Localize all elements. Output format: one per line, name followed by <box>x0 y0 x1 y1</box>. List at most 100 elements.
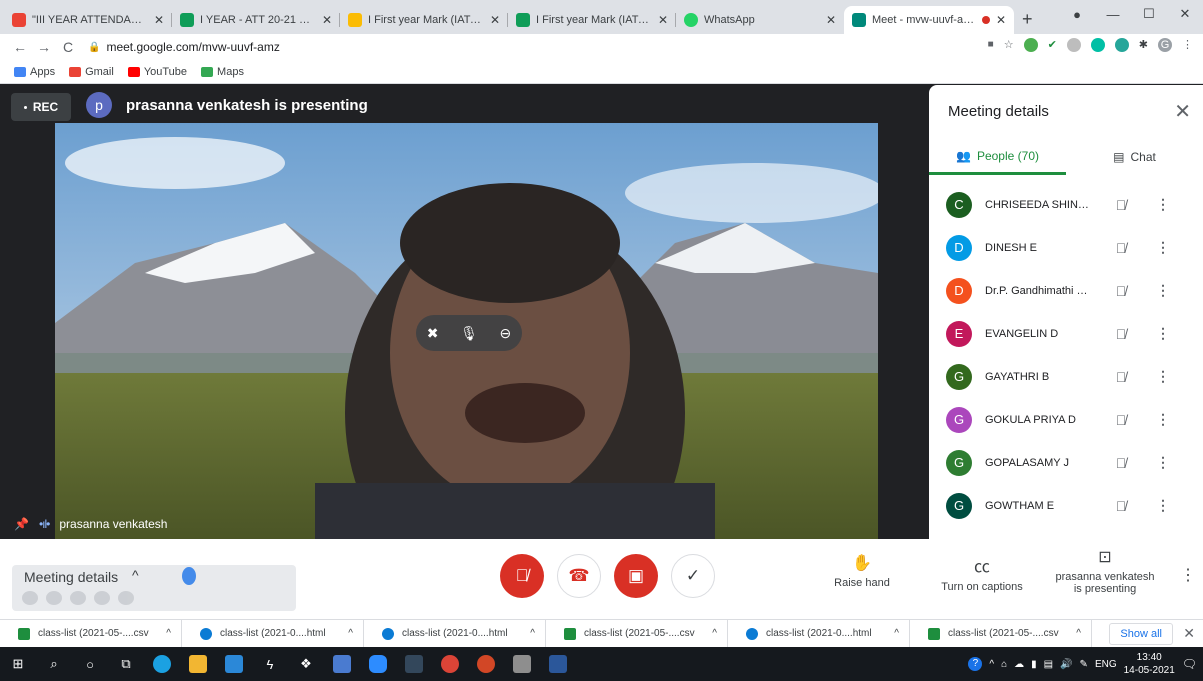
battery-icon[interactable]: ▮ <box>1031 659 1037 670</box>
notification-icon[interactable]: 🗨 <box>1182 657 1197 671</box>
remove-icon[interactable]: ⊖ <box>499 325 511 342</box>
extension-icon[interactable] <box>1066 38 1081 52</box>
onedrive-icon[interactable]: ☁ <box>1014 659 1024 670</box>
close-tab-icon[interactable]: ✕ <box>490 13 500 27</box>
browser-tab[interactable]: "III YEAR ATTENDANCE" - g ✕ <box>4 6 172 34</box>
more-options-icon[interactable]: ⋮ <box>1156 454 1170 471</box>
puzzle-icon[interactable]: ✱ <box>1139 38 1148 52</box>
forward-icon[interactable]: → <box>32 39 56 55</box>
microphone-icon[interactable]: 🎙 <box>460 325 478 342</box>
participant-row[interactable]: G GAYATHRI B 🎙̸ ⋮ <box>929 355 1203 398</box>
new-tab-button[interactable]: + <box>1022 9 1033 30</box>
close-tab-icon[interactable]: ✕ <box>658 13 668 27</box>
edge-icon[interactable] <box>144 647 180 681</box>
pin-icon[interactable]: 📌 <box>14 517 29 531</box>
mic-off-icon[interactable]: 🎙̸ <box>1111 369 1131 385</box>
back-icon[interactable]: ← <box>8 39 32 55</box>
dropbox-icon[interactable]: ❖ <box>288 647 324 681</box>
chrome-icon[interactable] <box>432 647 468 681</box>
app-icon[interactable] <box>396 647 432 681</box>
bookmark-maps[interactable]: Maps <box>201 66 244 78</box>
more-options-icon[interactable]: ⋮ <box>1156 411 1170 428</box>
browser-tab[interactable]: I YEAR - ATT 20-21 EVEN-V ✕ <box>172 6 340 34</box>
file-explorer-icon[interactable] <box>180 647 216 681</box>
maximize-icon[interactable]: ☐ <box>1131 6 1167 22</box>
mic-off-icon[interactable]: 🎙̸ <box>1111 326 1131 342</box>
bookmark-youtube[interactable]: YouTube <box>127 66 187 78</box>
more-options-icon[interactable]: ⋮ <box>1156 368 1170 385</box>
browser-tab[interactable]: I First year Mark (IAT-1).xlsx ✕ <box>340 6 508 34</box>
cortana-icon[interactable]: ○ <box>72 647 108 681</box>
more-options-icon[interactable]: ⋮ <box>1156 497 1170 514</box>
participant-row[interactable]: D DINESH E 🎙̸ ⋮ <box>929 226 1203 269</box>
url-field[interactable]: 🔒 meet.google.com/mvw-uuvf-amz <box>88 40 280 54</box>
bolt-app-icon[interactable]: ϟ <box>252 647 288 681</box>
browser-tab-active[interactable]: Meet - mvw-uuvf-amz ✕ <box>844 6 1014 34</box>
checkmark-extension-icon[interactable]: ✔ <box>1048 38 1057 52</box>
zoom-icon[interactable] <box>360 647 396 681</box>
more-options-icon[interactable]: ⋮ <box>1156 325 1170 342</box>
close-tab-icon[interactable]: ✕ <box>154 13 164 27</box>
reload-icon[interactable]: C <box>56 39 80 55</box>
mic-off-icon[interactable]: 🎙̸ <box>1111 412 1131 428</box>
menu-dots-icon[interactable]: ⋮ <box>1182 38 1193 52</box>
close-tab-icon[interactable]: ✕ <box>322 13 332 27</box>
browser-tab[interactable]: WhatsApp ✕ <box>676 6 844 34</box>
mic-off-icon[interactable]: 🎙̸ <box>1111 240 1131 256</box>
language-indicator[interactable]: ENG <box>1095 659 1117 670</box>
leave-call-button[interactable]: ☎ <box>557 554 601 598</box>
minimize-icon[interactable]: — <box>1095 7 1131 22</box>
participant-row[interactable]: G GOKULA PRIYA D 🎙̸ ⋮ <box>929 398 1203 441</box>
clock[interactable]: 13:40 14-05-2021 <box>1124 651 1175 677</box>
task-view-icon[interactable]: ⧉ <box>108 647 144 681</box>
camera-icon[interactable]: ■ <box>988 38 994 52</box>
mic-off-icon[interactable]: 🎙̸ <box>1111 498 1131 514</box>
powerpoint-icon[interactable] <box>468 647 504 681</box>
close-window-icon[interactable]: ✕ <box>1167 6 1203 22</box>
participant-row[interactable]: C CHRISEEDA SHINNY P 🎙̸ ⋮ <box>929 183 1203 226</box>
mic-off-icon[interactable]: 🎙̸ <box>1111 197 1131 213</box>
search-icon[interactable]: ⌕ <box>36 647 72 681</box>
close-downloads-icon[interactable]: ✕ <box>1183 625 1195 642</box>
download-item[interactable]: class-list (2021-05-....csv ^ <box>546 619 728 648</box>
star-icon[interactable]: ☆ <box>1004 38 1014 52</box>
download-item[interactable]: class-list (2021-0....html ^ <box>182 619 364 648</box>
browser-tab[interactable]: I First year Mark (IAT-1).xlsx ✕ <box>508 6 676 34</box>
pin-off-icon[interactable]: ✖ <box>427 325 439 342</box>
more-options-icon[interactable]: ⋮ <box>1156 282 1170 299</box>
store-icon[interactable] <box>216 647 252 681</box>
present-status-button[interactable]: ⊡ prasanna venkatesh is presenting <box>1050 547 1160 595</box>
close-panel-icon[interactable]: ✕ <box>1174 99 1191 124</box>
bookmark-apps[interactable]: Apps <box>14 66 55 78</box>
word-icon[interactable] <box>540 647 576 681</box>
mic-off-icon[interactable]: 🎙̸ <box>1111 455 1131 471</box>
tab-people[interactable]: 👥 People (70) <box>929 139 1066 175</box>
pen-icon[interactable]: ✎ <box>1080 659 1088 670</box>
extension-icon[interactable] <box>1023 38 1038 52</box>
paint-icon[interactable] <box>504 647 540 681</box>
mic-off-button[interactable]: 🎙̸ <box>500 554 544 598</box>
more-options-icon[interactable]: ⋮ <box>1180 565 1196 585</box>
display-icon[interactable]: ▤ <box>1044 659 1053 670</box>
chevron-up-icon[interactable]: ^ <box>989 659 994 670</box>
profile-dot-icon[interactable]: ● <box>1059 7 1095 22</box>
more-options-icon[interactable]: ⋮ <box>1156 196 1170 213</box>
download-item[interactable]: class-list (2021-05-....csv ^ <box>0 619 182 648</box>
close-tab-icon[interactable]: ✕ <box>826 13 836 27</box>
more-options-icon[interactable]: ⋮ <box>1156 239 1170 256</box>
raise-hand-button[interactable]: ✋ Raise hand <box>826 553 898 589</box>
profile-avatar[interactable]: G <box>1158 38 1172 52</box>
tab-chat[interactable]: ▤ Chat <box>1066 139 1203 175</box>
volume-icon[interactable]: 🔊 <box>1060 659 1072 670</box>
close-tab-icon[interactable]: ✕ <box>996 13 1006 27</box>
participant-row[interactable]: G GOWTHAM E 🎙̸ ⋮ <box>929 484 1203 527</box>
help-icon[interactable]: ? <box>968 657 983 671</box>
extension-icon[interactable] <box>1114 38 1129 52</box>
extension-icon[interactable] <box>1090 38 1105 52</box>
participant-row[interactable]: E EVANGELIN D 🎙̸ ⋮ <box>929 312 1203 355</box>
camera-off-button[interactable]: ▣ <box>614 554 658 598</box>
presenter-video[interactable]: ✖ 🎙 ⊖ <box>55 123 878 539</box>
network-icon[interactable]: ⌂ <box>1001 659 1007 670</box>
download-item[interactable]: class-list (2021-0....html ^ <box>364 619 546 648</box>
mic-off-icon[interactable]: 🎙̸ <box>1111 283 1131 299</box>
